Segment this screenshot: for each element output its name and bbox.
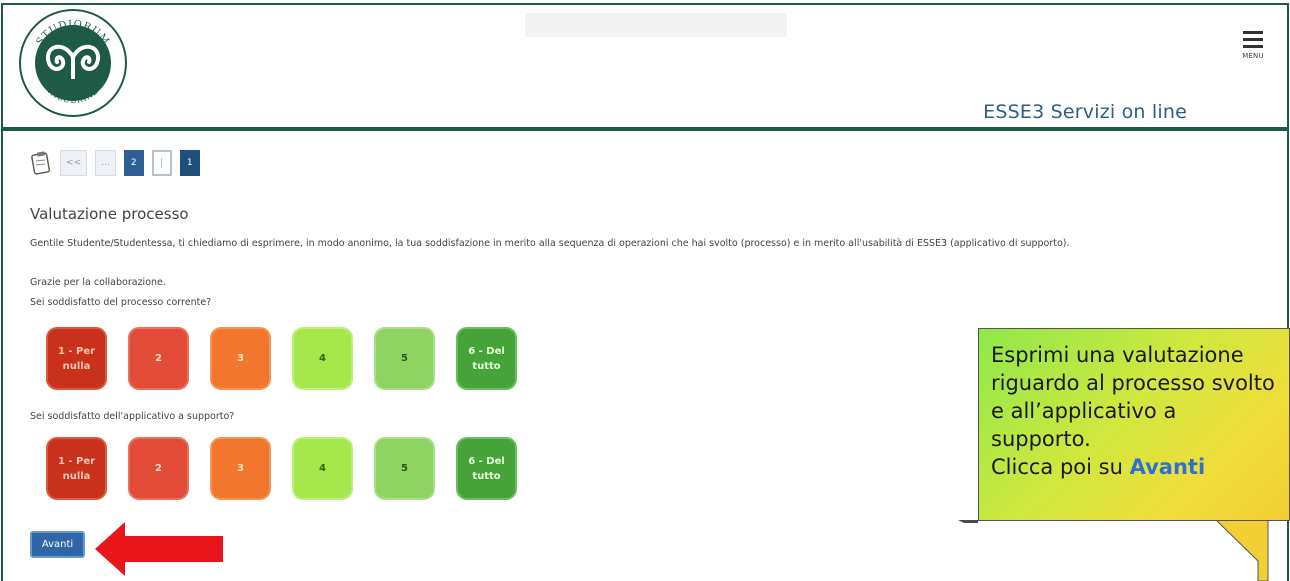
university-logo[interactable]: STUDIORUM INSUBRIAE <box>17 7 129 119</box>
rating-6-button[interactable]: 6 - Del tutto <box>456 437 517 500</box>
intro-text: Gentile Studente/Studentessa, ti chiedia… <box>30 238 1070 249</box>
hamburger-icon-bar <box>1243 38 1263 41</box>
breadcrumb-ellipsis[interactable]: ... <box>95 150 116 176</box>
instruction-callout: Esprimi una valutazione riguardo al proc… <box>978 328 1290 521</box>
thanks-text: Grazie per la collaborazione. <box>30 277 166 288</box>
hamburger-icon <box>1243 31 1263 34</box>
rating-2-button[interactable]: 2 <box>128 327 189 390</box>
callout-message: Esprimi una valutazione riguardo al proc… <box>991 343 1275 451</box>
rating-1-button[interactable]: 1 - Per nulla <box>46 437 107 500</box>
menu-label: MENU <box>1242 52 1264 60</box>
question-application: Sei soddisfatto dell'applicativo a suppo… <box>30 411 235 422</box>
rating-4-button[interactable]: 4 <box>292 327 353 390</box>
header-divider <box>3 127 1287 131</box>
rating-5-button[interactable]: 5 <box>374 437 435 500</box>
rating-3-button[interactable]: 3 <box>210 437 271 500</box>
callout-text: Esprimi una valutazione riguardo al proc… <box>991 341 1277 481</box>
page-title: Valutazione processo <box>30 205 189 223</box>
callout-action-link: Avanti <box>1129 455 1206 479</box>
breadcrumb-current[interactable]: | <box>151 150 172 176</box>
rating-1-button[interactable]: 1 - Per nulla <box>46 327 107 390</box>
process-breadcrumb: << ... 2 | 1 <box>30 148 200 178</box>
menu-button[interactable]: MENU <box>1239 31 1267 71</box>
rating-4-button[interactable]: 4 <box>292 437 353 500</box>
rating-3-button[interactable]: 3 <box>210 327 271 390</box>
clipboard-icon[interactable] <box>30 150 52 176</box>
breadcrumb-step-2[interactable]: 2 <box>123 150 144 176</box>
rating-6-button[interactable]: 6 - Del tutto <box>456 327 517 390</box>
callout-action-prefix: Clicca poi su <box>991 455 1123 479</box>
rating-group-application: 1 - Per nulla 2 3 4 5 6 - Del tutto <box>46 437 517 500</box>
hamburger-icon-bar <box>1243 45 1263 48</box>
breadcrumb-step-1[interactable]: 1 <box>179 150 200 176</box>
red-arrow-icon <box>95 522 223 576</box>
blurred-banner <box>525 13 787 37</box>
rating-5-button[interactable]: 5 <box>374 327 435 390</box>
question-process: Sei soddisfatto del processo corrente? <box>30 297 212 308</box>
rating-2-button[interactable]: 2 <box>128 437 189 500</box>
rating-group-process: 1 - Per nulla 2 3 4 5 6 - Del tutto <box>46 327 517 390</box>
avanti-button[interactable]: Avanti <box>30 531 85 558</box>
page-header: STUDIORUM INSUBRIAE MENU ESSE3 Servizi o… <box>3 5 1287 127</box>
site-title: ESSE3 Servizi on line <box>983 101 1187 123</box>
breadcrumb-first[interactable]: << <box>60 150 88 176</box>
